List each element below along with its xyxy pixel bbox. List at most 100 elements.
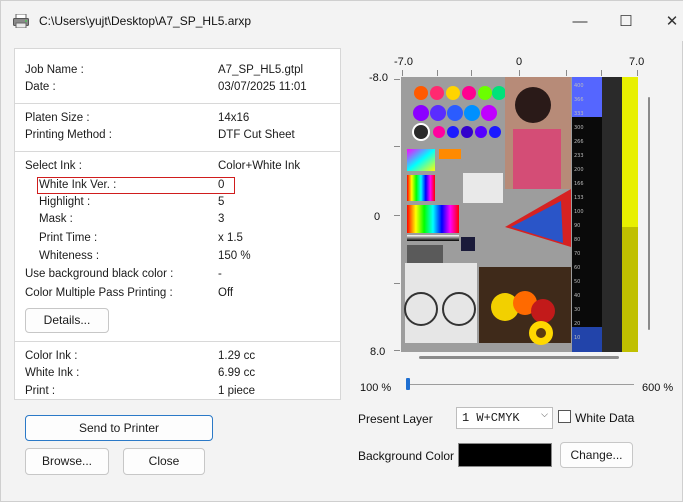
y-tick [394, 79, 400, 80]
printing-method-label: Printing Method : [25, 129, 112, 141]
rainbow-strip [407, 205, 459, 233]
zoom-max-label: 600 % [642, 382, 674, 394]
scale-number: 166 [574, 181, 584, 187]
multipass-value: Off [218, 287, 234, 299]
close-button[interactable]: Close [123, 448, 205, 475]
swatch-grid [407, 245, 443, 263]
x-tick [566, 70, 567, 76]
white-data-label: White Data [575, 411, 635, 425]
x-tick [637, 70, 638, 76]
scale-number: 60 [574, 265, 581, 271]
details-button[interactable]: Details... [25, 308, 109, 333]
title-bar: C:\Users\yujt\Desktop\A7_SP_HL5.arxp — ☐… [1, 1, 683, 41]
divider [15, 103, 340, 104]
white-ink-label: White Ink : [25, 367, 80, 379]
gray-strip [407, 235, 459, 241]
yellow-strip [622, 77, 638, 227]
print-time-value: x 1.5 [218, 232, 243, 244]
highlight-value: 5 [218, 196, 225, 208]
yellow-strip [622, 227, 638, 352]
zoom-slider-track[interactable] [406, 384, 634, 385]
highlight-label: Highlight : [39, 196, 91, 208]
y-axis-mid: 0 [374, 211, 381, 223]
y-axis-bottom: 8.0 [370, 346, 386, 358]
minimize-button[interactable]: — [560, 10, 600, 34]
date-value: 03/07/2025 11:01 [218, 81, 307, 93]
change-color-button[interactable]: Change... [560, 442, 633, 468]
fruit [531, 299, 555, 323]
vertical-scrollbar[interactable] [648, 97, 650, 330]
y-tick [394, 215, 400, 216]
chevron-down-icon: ⌵ [541, 410, 548, 420]
scale-number: 366 [574, 97, 584, 103]
divider [15, 341, 340, 342]
whiteness-label: Whiteness : [39, 250, 100, 262]
send-to-printer-button[interactable]: Send to Printer [25, 415, 213, 441]
print-count-label: Print : [25, 385, 56, 397]
x-axis-max: 7.0 [629, 56, 645, 68]
scale-number: 133 [574, 195, 584, 201]
browse-button[interactable]: Browse... [25, 448, 109, 475]
scale-number: 233 [574, 153, 584, 159]
x-tick [471, 70, 472, 76]
scale-number: 30 [574, 307, 581, 313]
date-label: Date : [25, 81, 56, 93]
scale-number: 333 [574, 111, 584, 117]
close-window-button[interactable]: ✕ [652, 10, 683, 34]
gradient-block [439, 149, 461, 159]
platen-size-value: 14x16 [218, 112, 250, 124]
scale-number: 80 [574, 237, 581, 243]
whiteness-value: 150 % [218, 250, 251, 262]
scale-number: 200 [574, 167, 584, 173]
x-tick [437, 70, 438, 76]
printer-app-icon [13, 14, 29, 28]
y-tick [394, 283, 400, 284]
bicycle-image [405, 263, 477, 343]
color-ink-value: 1.29 cc [218, 350, 256, 362]
y-axis-top: -8.0 [369, 72, 388, 84]
print-dialog-window: C:\Users\yujt\Desktop\A7_SP_HL5.arxp — ☐… [0, 0, 683, 502]
scale-number: 40 [574, 293, 581, 299]
select-ink-value: Color+White Ink [218, 160, 301, 172]
multipass-label: Color Multiple Pass Printing : [25, 287, 173, 299]
divider [15, 151, 340, 152]
scale-labels: 400 366 333 300 266 233 200 166 133 100 90 80 70 60 50… [574, 79, 600, 349]
sunflower-center [536, 328, 546, 338]
scale-number: 50 [574, 279, 581, 285]
printing-method-value: DTF Cut Sheet [218, 129, 295, 141]
bg-black-value: - [218, 268, 222, 280]
gradient-block [407, 149, 435, 171]
present-layer-label: Present Layer [358, 412, 433, 426]
density-scale-gray [602, 77, 622, 352]
present-layer-select[interactable]: 1 W+CMYK ⌵ [456, 407, 553, 429]
background-color-swatch[interactable] [458, 443, 552, 467]
white-data-checkbox[interactable] [558, 410, 571, 423]
x-tick [402, 70, 403, 76]
scale-number: 20 [574, 321, 581, 327]
job-name-label: Job Name : [25, 64, 84, 76]
text-block [463, 173, 503, 203]
white-ink-value: 6.99 cc [218, 367, 256, 379]
print-preview-canvas: 400 366 333 300 266 233 200 166 133 100 90 80 70 60 50… [401, 77, 638, 352]
horizontal-scrollbar[interactable] [419, 356, 619, 359]
mask-value: 3 [218, 213, 225, 225]
scale-number: 400 [574, 83, 584, 89]
scale-number: 70 [574, 251, 581, 257]
zoom-slider-thumb[interactable] [406, 378, 410, 390]
maximize-button[interactable]: ☐ [606, 10, 646, 34]
bg-black-label: Use background black color : [25, 268, 174, 280]
x-axis-min: -7.0 [394, 56, 413, 68]
present-layer-value: 1 W+CMYK [462, 411, 520, 425]
zoom-min-label: 100 % [360, 382, 392, 394]
print-count-value: 1 piece [218, 385, 256, 397]
color-ink-label: Color Ink : [25, 350, 78, 362]
scale-number: 100 [574, 209, 584, 215]
small-image [461, 237, 475, 251]
mask-label: Mask : [39, 213, 73, 225]
job-name-value: A7_SP_HL5.gtpl [218, 64, 304, 76]
scale-number: 90 [574, 223, 581, 229]
y-tick [394, 146, 400, 147]
platen-size-label: Platen Size : [25, 112, 90, 124]
scale-number: 10 [574, 335, 581, 341]
print-time-label: Print Time : [39, 232, 98, 244]
